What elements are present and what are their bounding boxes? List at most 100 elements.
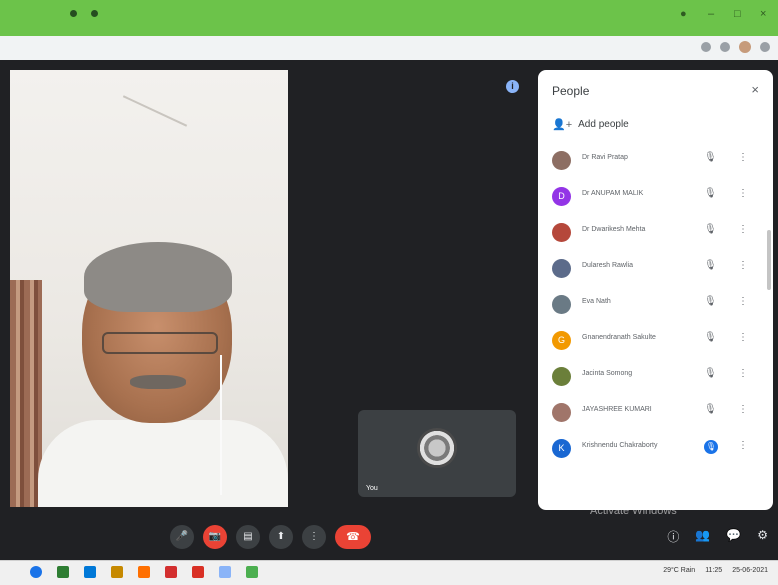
chat-icon[interactable]: 💬 [726, 528, 741, 545]
participant-more-icon[interactable]: ⋮ [738, 188, 748, 199]
right-controls: ⓘ 👥 💬 ⚙ [667, 528, 768, 545]
taskbar-app-icon[interactable] [84, 566, 96, 578]
participant-avatar [552, 223, 571, 242]
participant-more-icon[interactable]: ⋮ [738, 260, 748, 271]
participant-avatar: G [552, 331, 571, 350]
speaker-hair [84, 242, 232, 312]
taskbar-apps [30, 566, 258, 578]
mic-muted-icon[interactable]: 🎙 [704, 296, 717, 307]
tab-dot-icon[interactable] [70, 10, 77, 17]
tab-dot-icon[interactable] [91, 10, 98, 17]
mic-muted-icon[interactable]: 🎙 [704, 224, 717, 235]
taskbar-app-icon[interactable] [192, 566, 204, 578]
participant-row[interactable]: Dr Dwarikesh Mehta 🎙 ⋮ [538, 214, 773, 250]
taskbar-app-icon[interactable] [30, 566, 42, 578]
mic-muted-icon[interactable]: 🎙 [704, 368, 717, 379]
profile-icon[interactable] [739, 41, 751, 53]
present-button[interactable]: ⬆ [269, 525, 293, 549]
activate-windows-watermark: Activate Windows [590, 505, 677, 517]
participant-more-icon[interactable]: ⋮ [738, 224, 748, 235]
browser-titlebar: ● – □ × [0, 0, 778, 36]
speaker-mustache [130, 375, 186, 389]
participant-more-icon[interactable]: ⋮ [738, 332, 748, 343]
bookmark-icon[interactable] [720, 42, 730, 52]
taskbar-app-icon[interactable] [111, 566, 123, 578]
people-icon[interactable]: 👥 [695, 528, 710, 545]
camera-button[interactable]: 📷 [203, 525, 227, 549]
titlebar-dots [70, 10, 98, 17]
participant-avatar: K [552, 439, 571, 458]
participant-avatar [552, 403, 571, 422]
participant-avatar [552, 259, 571, 278]
participant-row[interactable]: G Gnanendranath Sakulte 🎙 ⋮ [538, 322, 773, 358]
participant-name: Dr Ravi Pratap [582, 154, 628, 161]
close-window-button[interactable]: × [760, 8, 766, 20]
more-options-button[interactable]: ⋮ [302, 525, 326, 549]
meeting-stage: i You People × 👤+ Add people Dr Ravi Pra… [0, 60, 778, 560]
mic-muted-icon[interactable]: 🎙 [704, 332, 717, 343]
participant-avatar [552, 295, 571, 314]
mic-muted-icon[interactable]: 🎙 [704, 152, 717, 163]
activities-icon[interactable]: ⚙ [757, 528, 768, 545]
taskbar-app-icon[interactable] [165, 566, 177, 578]
mic-muted-icon[interactable]: 🎙 [704, 188, 717, 199]
add-person-icon: 👤+ [552, 119, 573, 131]
participant-row[interactable]: K Krishnendu Chakraborty 🎙 ⋮ [538, 430, 773, 466]
participant-name: JAYASHREE KUMARI [582, 406, 652, 413]
earphone-cable [220, 355, 222, 495]
main-video-tile[interactable] [10, 70, 288, 507]
clock-date[interactable]: 25-06-2021 [732, 567, 768, 574]
mic-muted-icon[interactable]: 🎙 [704, 260, 717, 271]
participant-more-icon[interactable]: ⋮ [738, 404, 748, 415]
minimize-button[interactable]: – [708, 8, 714, 20]
add-people-button[interactable]: 👤+ Add people [552, 118, 629, 131]
taskbar-app-icon[interactable] [138, 566, 150, 578]
participant-name: Dularesh Rawlia [582, 262, 633, 269]
mic-muted-icon[interactable]: 🎙 [704, 440, 718, 454]
mic-muted-icon[interactable]: 🎙 [704, 404, 717, 415]
meeting-info-icon[interactable]: i [506, 80, 519, 93]
add-people-label: Add people [578, 119, 629, 130]
participant-more-icon[interactable]: ⋮ [738, 296, 748, 307]
taskbar-app-icon[interactable] [219, 566, 231, 578]
weather-label[interactable]: 29°C Rain [663, 567, 695, 574]
windows-taskbar: 29°C Rain 11:25 25-06-2021 [0, 560, 778, 585]
participant-row[interactable]: JAYASHREE KUMARI 🎙 ⋮ [538, 394, 773, 430]
participant-row[interactable]: D Dr ANUPAM MALIK 🎙 ⋮ [538, 178, 773, 214]
participant-name: Dr Dwarikesh Mehta [582, 226, 646, 233]
speaker-shirt [38, 420, 288, 507]
participant-more-icon[interactable]: ⋮ [738, 152, 748, 163]
system-tray: 29°C Rain 11:25 25-06-2021 [663, 567, 768, 574]
participant-name: Dr ANUPAM MALIK [582, 190, 644, 197]
panel-scrollbar[interactable] [767, 230, 771, 290]
participant-name: Krishnendu Chakraborty [582, 442, 658, 449]
participant-more-icon[interactable]: ⋮ [738, 440, 748, 451]
curtain-shape [10, 280, 42, 507]
self-video-tile[interactable]: You [358, 410, 516, 497]
clock-time[interactable]: 11:25 [705, 567, 722, 574]
participant-row[interactable]: Dularesh Rawlia 🎙 ⋮ [538, 250, 773, 286]
participant-row[interactable]: Jacinta Somong 🎙 ⋮ [538, 358, 773, 394]
details-icon[interactable]: ⓘ [667, 528, 679, 545]
extension-icons [701, 41, 770, 53]
participant-avatar [552, 367, 571, 386]
participant-name: Jacinta Somong [582, 370, 633, 377]
taskbar-app-icon[interactable] [246, 566, 258, 578]
account-icon[interactable]: ● [680, 8, 687, 20]
address-bar[interactable] [0, 36, 778, 61]
speaker-glasses [102, 332, 218, 354]
participant-row[interactable]: Eva Nath 🎙 ⋮ [538, 286, 773, 322]
captions-button[interactable]: ▤ [236, 525, 260, 549]
mic-button[interactable]: 🎤 [170, 525, 194, 549]
participant-avatar: D [552, 187, 571, 206]
extension-icon[interactable] [701, 42, 711, 52]
menu-icon[interactable] [760, 42, 770, 52]
end-call-button[interactable]: ☎ [335, 525, 371, 549]
self-avatar [417, 428, 457, 468]
participant-row[interactable]: Dr Ravi Pratap 🎙 ⋮ [538, 142, 773, 178]
maximize-button[interactable]: □ [734, 8, 741, 20]
participant-more-icon[interactable]: ⋮ [738, 368, 748, 379]
participant-avatar [552, 151, 571, 170]
close-icon[interactable]: × [751, 82, 759, 97]
taskbar-app-icon[interactable] [57, 566, 69, 578]
